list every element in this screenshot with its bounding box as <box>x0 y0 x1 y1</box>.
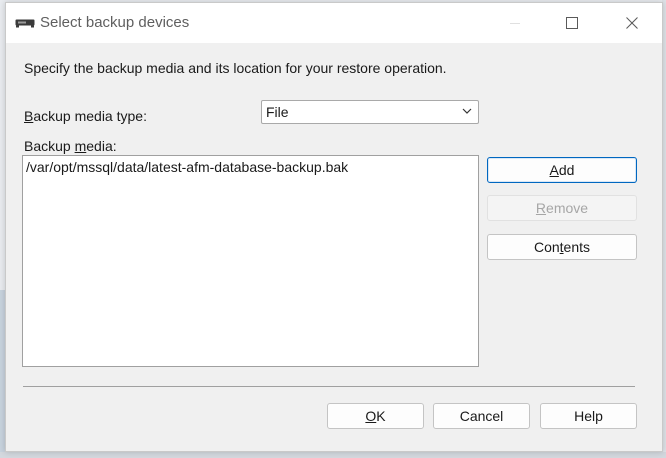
list-item[interactable]: /var/opt/mssql/data/latest-afm-database-… <box>26 159 348 175</box>
dialog-content: Specify the backup media and its locatio… <box>6 43 662 453</box>
remove-button[interactable]: Remove <box>487 195 637 221</box>
close-icon <box>626 17 638 29</box>
backup-media-type-label: Backup media type: <box>24 108 147 124</box>
add-button[interactable]: Add <box>487 157 637 183</box>
backup-media-label: Backup media: <box>24 138 117 154</box>
title-bar[interactable]: Select backup devices <box>6 3 662 43</box>
ok-button[interactable]: OK <box>327 403 424 429</box>
maximize-button[interactable] <box>549 3 595 43</box>
window-title: Select backup devices <box>40 14 190 31</box>
divider <box>23 386 635 387</box>
backup-media-list[interactable]: /var/opt/mssql/data/latest-afm-database-… <box>22 155 479 367</box>
close-button[interactable] <box>609 3 655 43</box>
contents-button[interactable]: Contents <box>487 234 637 260</box>
selected-media-type: File <box>266 104 289 120</box>
maximize-icon <box>566 17 578 29</box>
select-backup-devices-dialog: Select backup devices Specify the backup… <box>5 2 663 452</box>
instruction-text: Specify the backup media and its locatio… <box>24 60 447 76</box>
backup-media-type-select[interactable]: File <box>261 100 479 124</box>
help-button[interactable]: Help <box>540 403 637 429</box>
minimize-button[interactable] <box>492 3 538 43</box>
tape-drive-icon <box>15 19 35 28</box>
cancel-button[interactable]: Cancel <box>433 403 530 429</box>
minimize-icon <box>510 23 520 24</box>
chevron-down-icon <box>462 108 472 114</box>
